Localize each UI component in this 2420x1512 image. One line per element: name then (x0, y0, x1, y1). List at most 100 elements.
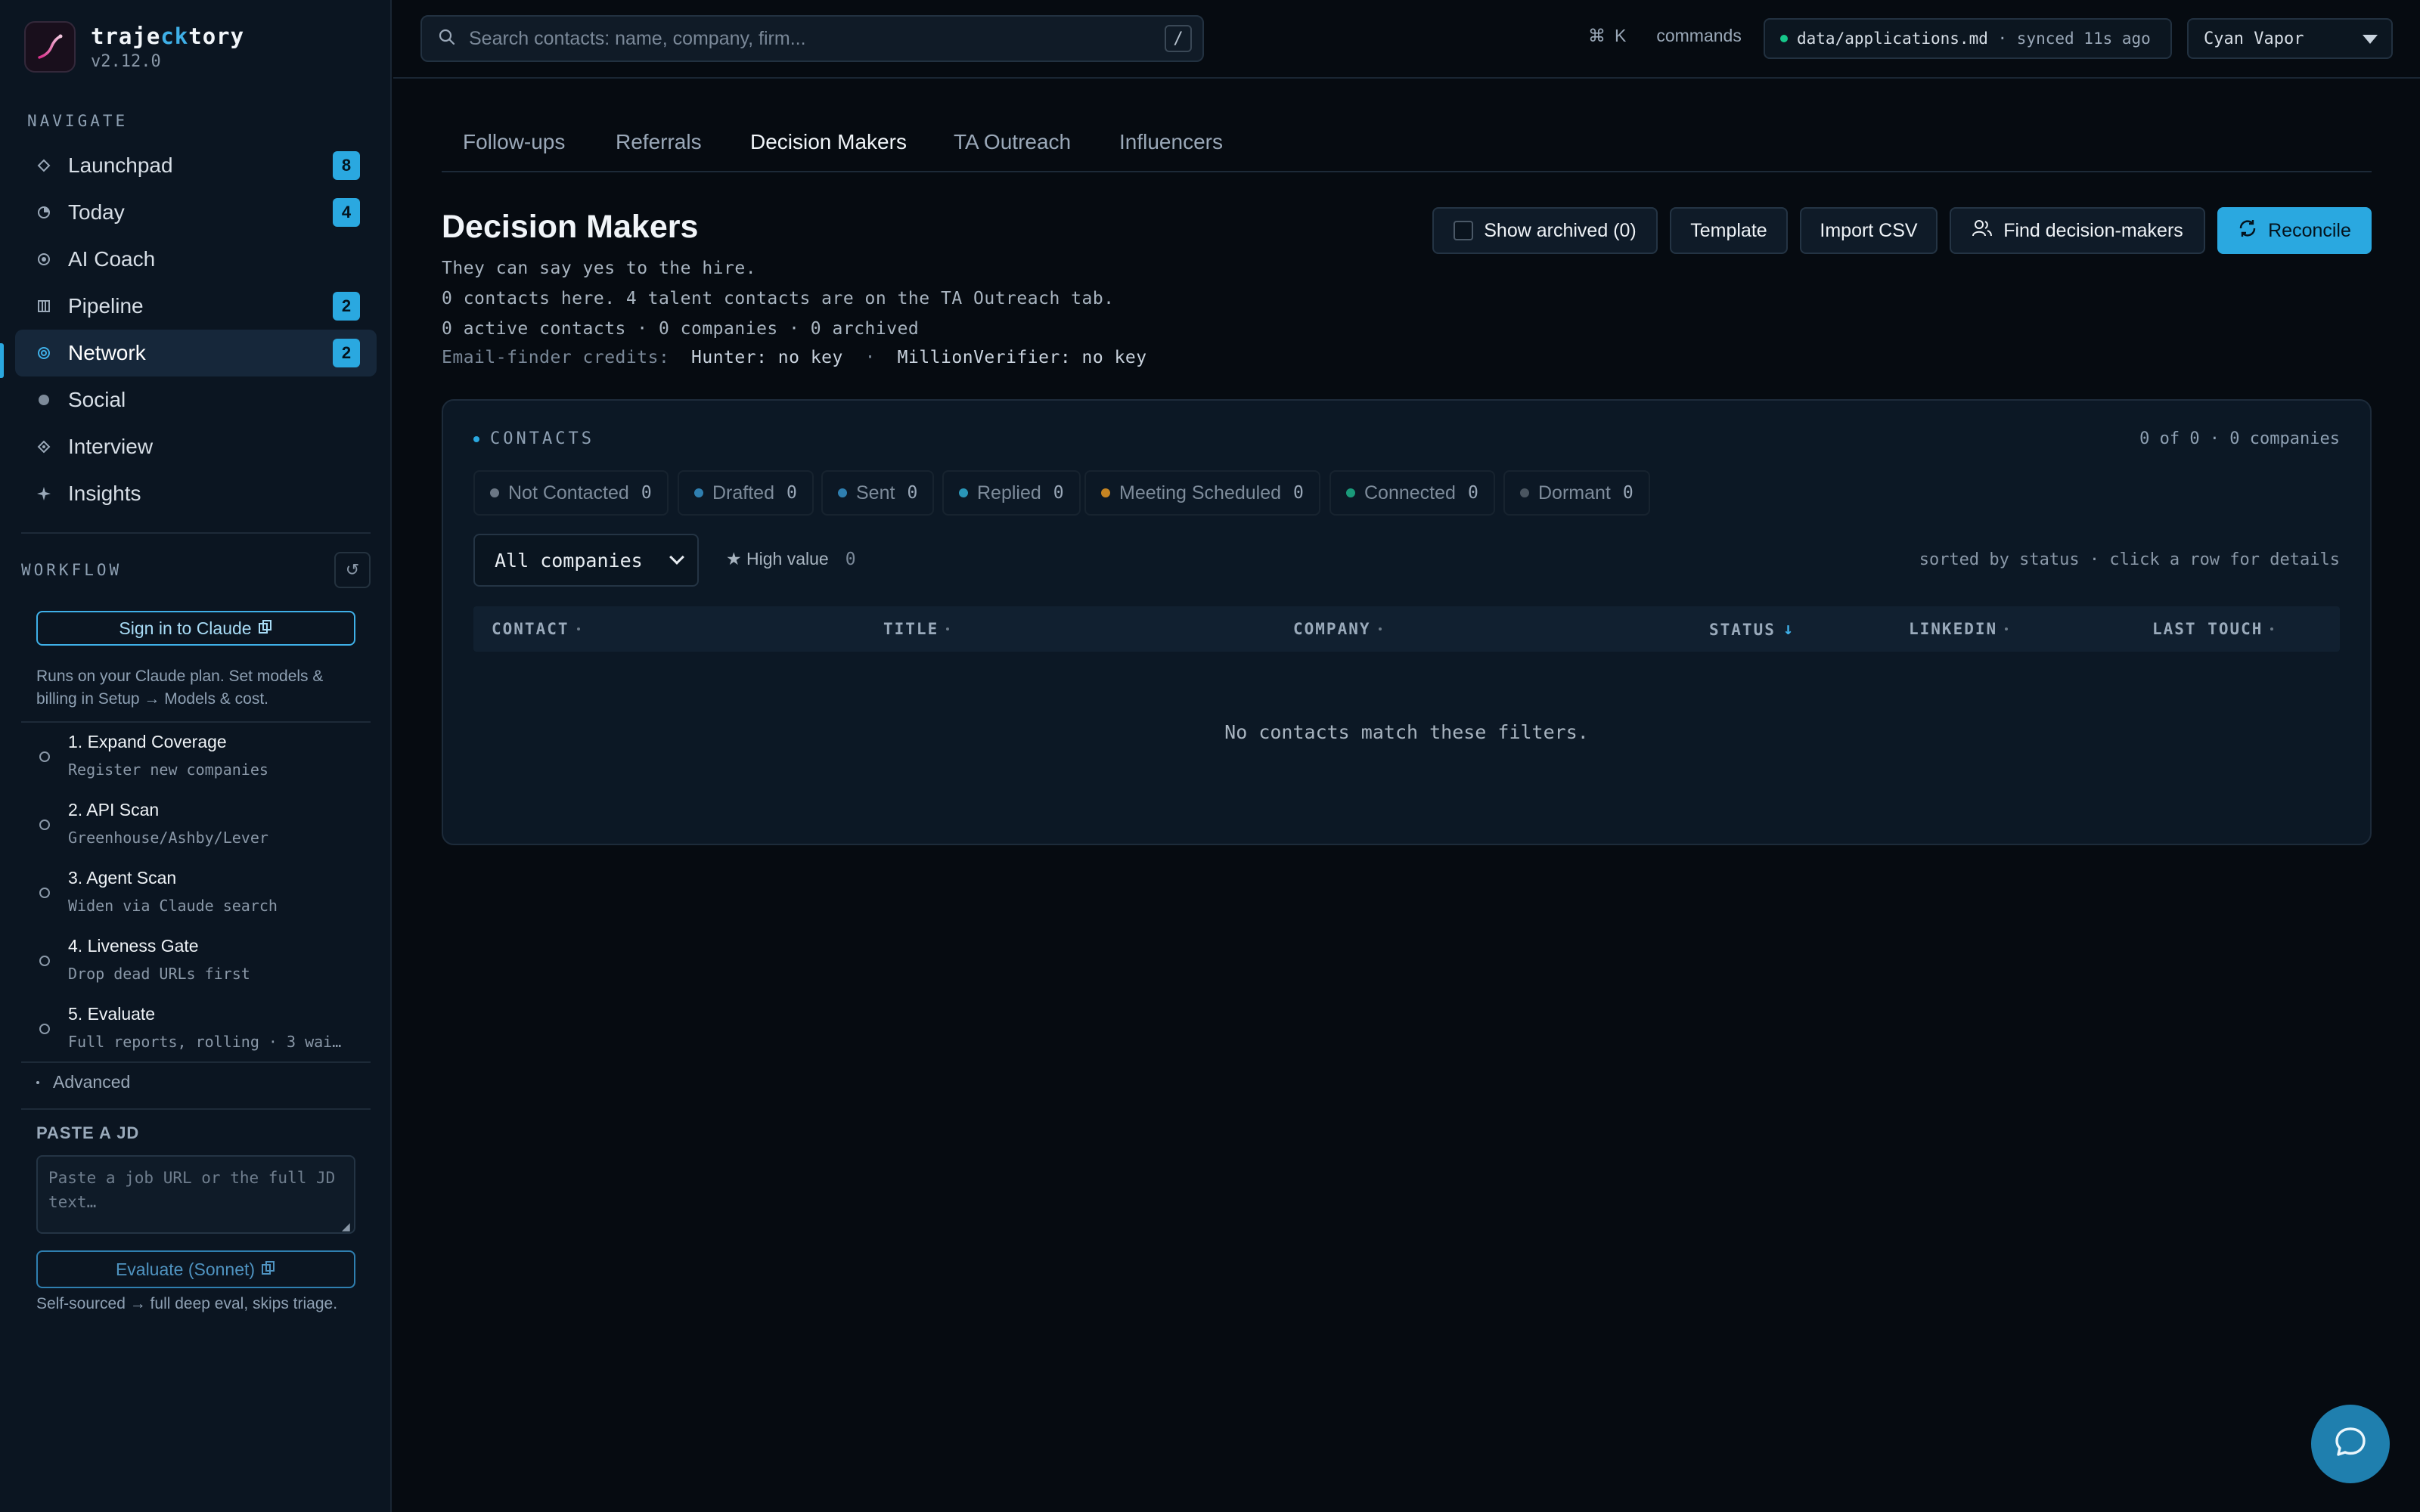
sign-in-claude-button[interactable]: Sign in to Claude (36, 611, 355, 646)
workflow-step[interactable]: 2. API Scan Greenhouse/Ashby/Lever (21, 795, 371, 863)
step-desc: Register new companies (68, 761, 268, 779)
find-decision-makers-button[interactable]: Find decision-makers (1950, 207, 2205, 254)
column-header-last-touch[interactable]: LAST TOUCH (2152, 620, 2274, 638)
tab-ta-outreach[interactable]: TA Outreach (954, 130, 1071, 154)
step-title: 2. API Scan (68, 800, 160, 820)
advanced-toggle[interactable]: Advanced (36, 1072, 130, 1092)
status-dot-icon (1346, 488, 1355, 497)
step-title: 1. Expand Coverage (68, 732, 227, 751)
users-icon (1972, 219, 1993, 243)
status-dot-icon (838, 488, 847, 497)
chip-label: Meeting Scheduled (1119, 482, 1282, 503)
chip-count: 0 (1467, 483, 1478, 503)
status-chip-meeting-scheduled[interactable]: Meeting Scheduled 0 (1084, 470, 1320, 516)
divider (21, 1108, 371, 1110)
checkbox[interactable] (1454, 221, 1474, 240)
workflow-step[interactable]: 5. Evaluate Full reports, rolling · 3 wa… (21, 999, 371, 1067)
refresh-icon (2238, 218, 2257, 243)
step-status-icon (39, 751, 50, 762)
resize-grip-icon[interactable]: ◢ (342, 1220, 350, 1233)
nav-item-ai-coach[interactable]: AI Coach (15, 236, 377, 283)
caret-down-icon (2363, 35, 2378, 44)
column-header-company[interactable]: COMPANY (1293, 620, 1382, 638)
column-header-contact[interactable]: CONTACT (492, 620, 580, 638)
workflow-step[interactable]: 4. Liveness Gate Drop dead URLs first (21, 931, 371, 999)
column-label: LINKEDIN (1909, 620, 1998, 638)
status-dot-icon (694, 488, 703, 497)
sync-path: data/applications.md (1797, 29, 1988, 48)
reconcile-button[interactable]: Reconcile (2217, 207, 2372, 254)
import-csv-button[interactable]: Import CSV (1800, 207, 1938, 254)
import-csv-label: Import CSV (1820, 219, 1918, 241)
sync-status[interactable]: data/applications.md · synced 11s ago (1764, 18, 2172, 59)
paste-jd-label: PASTE A JD (36, 1123, 140, 1142)
column-header-title[interactable]: TITLE (883, 620, 950, 638)
template-button[interactable]: Template (1670, 207, 1788, 254)
workflow-label: WORKFLOW (21, 561, 123, 579)
bullet-icon (473, 435, 479, 442)
divider (21, 721, 371, 723)
company-filter-select[interactable]: All companies (473, 534, 699, 587)
external-link-icon (258, 618, 273, 639)
page-stats: 0 active contacts · 0 companies · 0 arch… (442, 319, 920, 339)
show-archived-label: Show archived (0) (1484, 219, 1637, 241)
nav-item-launchpad[interactable]: Launchpad 8 (15, 142, 377, 189)
jd-input[interactable] (36, 1155, 355, 1234)
tab-decision-makers[interactable]: Decision Makers (750, 130, 907, 154)
chip-label: Connected (1364, 482, 1456, 503)
network-icon (35, 344, 53, 362)
empty-state-message: No contacts match these filters. (1224, 721, 1589, 743)
workflow-step[interactable]: 3. Agent Scan Widen via Claude search (21, 863, 371, 931)
brand[interactable]: trajecktory v2.12.0 (24, 21, 244, 73)
circle-icon (35, 391, 53, 409)
search-input[interactable] (469, 27, 1165, 50)
status-chip-not-contacted[interactable]: Not Contacted 0 (473, 470, 669, 516)
theme-select[interactable]: Cyan Vapor (2187, 18, 2393, 59)
contacts-table-header: CONTACT TITLE COMPANY STATUS ↓ LINKEDIN L… (473, 606, 2340, 652)
nav-item-network[interactable]: Network 2 (15, 330, 377, 376)
search-box[interactable]: / (420, 15, 1204, 62)
millionverifier-credits: MillionVerifier: no key (897, 348, 1147, 367)
high-value-label: ★ High value (726, 549, 829, 569)
search-icon (439, 29, 455, 49)
app-name: trajecktory (91, 23, 245, 49)
tab-referrals[interactable]: Referrals (616, 130, 702, 154)
evaluate-button[interactable]: Evaluate (Sonnet) (36, 1250, 355, 1288)
sort-dot-icon (576, 627, 580, 631)
column-header-linkedin[interactable]: LINKEDIN (1909, 620, 2009, 638)
refresh-workflow-button[interactable]: ↺ (334, 552, 371, 588)
nav-badge: 2 (333, 292, 360, 321)
tab-follow-ups[interactable]: Follow-ups (463, 130, 565, 154)
show-archived-toggle[interactable]: Show archived (0) (1432, 207, 1658, 254)
status-dot-icon (490, 488, 499, 497)
nav-item-social[interactable]: Social (15, 376, 377, 423)
chat-button[interactable] (2311, 1405, 2390, 1483)
chip-count: 0 (1622, 483, 1634, 503)
sidebar: trajecktory v2.12.0 NAVIGATE Launchpad 8… (0, 0, 392, 1512)
status-chip-dormant[interactable]: Dormant 0 (1503, 470, 1650, 516)
command-palette-button[interactable]: ⌘ K commands (1588, 26, 1742, 46)
status-chip-sent[interactable]: Sent 0 (821, 470, 935, 516)
chip-label: Sent (856, 482, 895, 503)
column-header-status[interactable]: STATUS ↓ (1709, 620, 1795, 639)
step-status-icon (39, 888, 50, 898)
contacts-heading: CONTACTS (490, 429, 594, 448)
nav-item-today[interactable]: Today 4 (15, 189, 377, 236)
bullet-icon (36, 1080, 39, 1084)
chip-label: Drafted (712, 482, 774, 503)
search-shortcut-key: / (1165, 25, 1192, 52)
status-chip-connected[interactable]: Connected 0 (1329, 470, 1495, 516)
status-chip-replied[interactable]: Replied 0 (942, 470, 1081, 516)
step-status-icon (39, 820, 50, 830)
workflow-step[interactable]: 1. Expand Coverage Register new companie… (21, 727, 371, 795)
column-label: COMPANY (1293, 620, 1371, 638)
hunter-credits: Hunter: no key (691, 348, 843, 367)
status-dot-icon (1101, 488, 1110, 497)
nav-item-interview[interactable]: Interview (15, 423, 377, 470)
nav-item-insights[interactable]: Insights (15, 470, 377, 517)
status-chip-drafted[interactable]: Drafted 0 (678, 470, 814, 516)
nav-item-pipeline[interactable]: Pipeline 2 (15, 283, 377, 330)
high-value-filter[interactable]: ★ High value 0 (726, 549, 856, 569)
tab-influencers[interactable]: Influencers (1119, 130, 1223, 154)
page-title: Decision Makers (442, 209, 699, 245)
